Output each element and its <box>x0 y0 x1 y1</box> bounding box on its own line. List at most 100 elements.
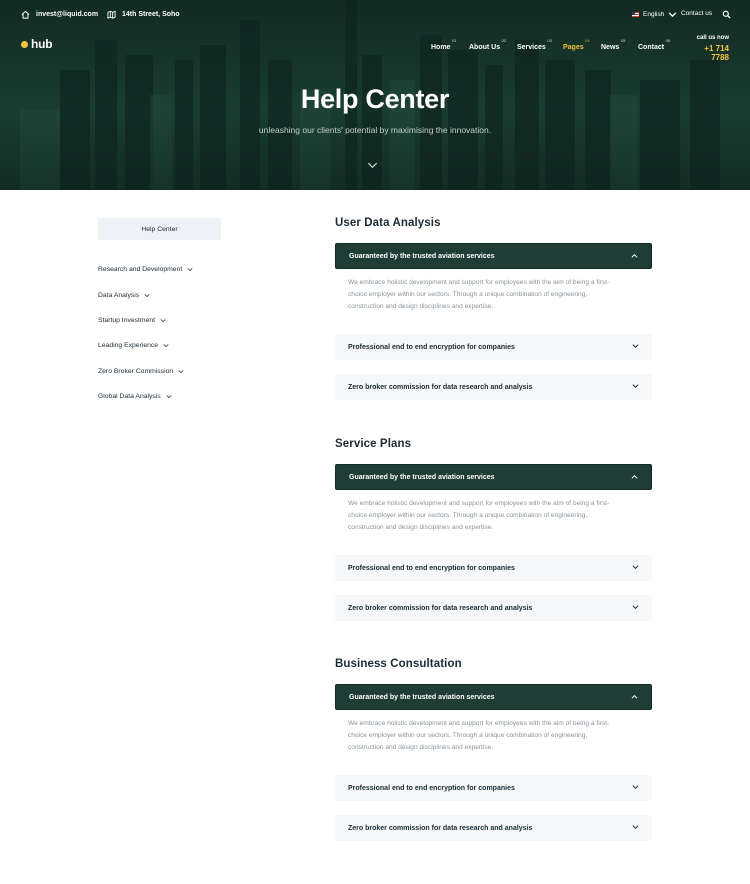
chevron-down-icon <box>632 344 639 349</box>
accordion-body-line: construction and design disciplines and … <box>348 524 494 531</box>
accordion-title: Professional end to end encryption for c… <box>348 343 515 351</box>
call-us-block[interactable]: call us now +1 714 7788 <box>686 35 729 62</box>
accordion-title: Zero broker commission for data research… <box>348 383 533 391</box>
accordion-item-collapsed[interactable]: Professional end to end encryption for c… <box>335 555 652 581</box>
accordion-body-line: construction and design disciplines and … <box>348 303 494 310</box>
nav-contact[interactable]: Contact 06 <box>638 38 670 51</box>
phone-number: +1 714 7788 <box>704 44 729 62</box>
chevron-down-icon <box>163 344 169 348</box>
chevron-down-icon <box>144 293 150 297</box>
chevron-down-icon <box>160 319 166 323</box>
nav-services-number: 03 <box>547 38 552 43</box>
language-label: English <box>643 11 665 18</box>
accordion-item-open[interactable]: Guaranteed by the trusted aviation servi… <box>335 684 652 710</box>
sidebar-item-label: Leading Experience <box>98 342 159 350</box>
nav-contact-number: 06 <box>665 38 671 43</box>
nav-contact-label: Contact <box>638 44 665 51</box>
map-icon <box>107 10 116 19</box>
chevron-down-icon <box>632 825 639 830</box>
sidebar-item-label: Startup Investment <box>98 316 156 324</box>
sidebar-item-zero-broker-commission[interactable]: Zero Broker Commission <box>98 359 193 384</box>
sidebar-item-leading-experience[interactable]: Leading Experience <box>98 333 193 358</box>
accordion-body-line: We embrace holistic development and supp… <box>348 500 610 507</box>
page-subtitle: unleashing our clients' potential by max… <box>258 125 492 135</box>
main-navigation: Home 01 About Us 02 Services 03 Pages 04 New… <box>0 38 750 56</box>
accordion-item-open[interactable]: Guaranteed by the trusted aviation servi… <box>335 464 652 490</box>
nav-home-label: Home <box>431 44 451 51</box>
chevron-down-icon <box>668 12 677 18</box>
accordion-body-line: construction and design disciplines and … <box>348 744 494 751</box>
scroll-down-icon[interactable] <box>367 161 378 170</box>
accordion-item-collapsed[interactable]: Professional end to end encryption for c… <box>335 334 652 360</box>
accordion-body: We embrace holistic development and supp… <box>348 718 638 754</box>
search-icon[interactable] <box>722 10 731 19</box>
page-title: Help Center <box>300 84 450 114</box>
sidebar-item-label: Global Data Analysis <box>98 393 161 401</box>
contact-us-link[interactable]: Contact us <box>681 10 712 17</box>
accordion-title: Zero broker commission for data research… <box>348 824 533 832</box>
chevron-down-icon <box>632 565 639 570</box>
nav-about-us-number: 02 <box>501 38 507 43</box>
chevron-down-icon <box>632 785 639 790</box>
language-selector[interactable]: English <box>632 10 677 19</box>
nav-home[interactable]: Home 01 <box>431 38 456 51</box>
accordion-title: Professional end to end encryption for c… <box>348 784 515 792</box>
section-title-service-plans: Service Plans <box>335 438 412 450</box>
address-text: 14th Street, Soho <box>122 11 180 18</box>
accordion-title: Guaranteed by the trusted aviation servi… <box>349 252 495 260</box>
nav-pages[interactable]: Pages 04 <box>563 38 590 51</box>
sidebar-item-startup-investment[interactable]: Startup Investment <box>98 308 193 333</box>
top-bar: invest@liquid.com 14th Street, Soho Engl… <box>0 10 750 26</box>
accordion-item-collapsed[interactable]: Zero broker commission for data research… <box>335 374 652 400</box>
accordion-item-collapsed[interactable]: Professional end to end encryption for c… <box>335 775 652 801</box>
nav-news-label: News <box>601 44 620 51</box>
nav-about-us[interactable]: About Us 02 <box>469 38 506 51</box>
accordion-item-open[interactable]: Guaranteed by the trusted aviation servi… <box>335 243 652 269</box>
chevron-up-icon <box>631 253 638 258</box>
nav-services[interactable]: Services 03 <box>517 38 552 51</box>
accordion-body-line: choice employer within our sectors. Thro… <box>348 512 588 519</box>
chevron-down-icon <box>166 395 172 399</box>
sidebar-item-global-data-analysis[interactable]: Global Data Analysis <box>98 384 193 409</box>
flag-icon <box>632 12 639 17</box>
sidebar-item-label: Zero Broker Commission <box>98 367 174 375</box>
call-us-label: call us now <box>696 35 729 41</box>
email-text: invest@liquid.com <box>36 11 99 18</box>
sidebar-header[interactable]: Help Center <box>98 218 221 240</box>
sidebar-menu: Research and Development Data Analysis S… <box>98 257 193 409</box>
accordion-body: We embrace holistic development and supp… <box>348 498 638 534</box>
nav-about-us-label: About Us <box>469 44 501 51</box>
nav-pages-number: 04 <box>585 38 590 43</box>
sidebar-item-label: Data Analysis <box>98 291 140 299</box>
chevron-up-icon <box>631 694 638 699</box>
accordion-item-collapsed[interactable]: Zero broker commission for data research… <box>335 595 652 621</box>
accordion-body-line: choice employer within our sectors. Thro… <box>348 732 588 739</box>
chevron-up-icon <box>631 474 638 479</box>
nav-home-number: 01 <box>452 38 457 43</box>
accordion-title: Guaranteed by the trusted aviation servi… <box>349 693 495 701</box>
section-title-business-consultation: Business Consultation <box>335 658 462 670</box>
chevron-down-icon <box>632 605 639 610</box>
accordion-title: Guaranteed by the trusted aviation servi… <box>349 473 495 481</box>
sidebar-item-research-and-development[interactable]: Research and Development <box>98 257 193 282</box>
email-link[interactable]: invest@liquid.com <box>21 10 98 19</box>
accordion-body-line: We embrace holistic development and supp… <box>348 720 610 727</box>
sidebar-item-data-analysis[interactable]: Data Analysis <box>98 282 193 307</box>
chevron-down-icon <box>632 384 639 389</box>
accordion-item-collapsed[interactable]: Zero broker commission for data research… <box>335 815 652 841</box>
accordion-body-line: We embrace holistic development and supp… <box>348 279 610 286</box>
accordion-body-line: choice employer within our sectors. Thro… <box>348 291 588 298</box>
sidebar-item-label: Research and Development <box>98 266 183 274</box>
chevron-down-icon <box>187 268 193 272</box>
hero-banner: invest@liquid.com 14th Street, Soho Engl… <box>0 0 750 190</box>
accordion-title: Zero broker commission for data research… <box>348 604 533 612</box>
accordion-title: Professional end to end encryption for c… <box>348 564 515 572</box>
address-link[interactable]: 14th Street, Soho <box>107 10 180 19</box>
accordion-body: We embrace holistic development and supp… <box>348 277 638 313</box>
nav-services-label: Services <box>517 44 546 51</box>
chevron-down-icon <box>178 369 184 373</box>
home-icon <box>21 10 30 19</box>
nav-news-number: 05 <box>620 38 626 43</box>
nav-news[interactable]: News 05 <box>601 38 625 51</box>
section-title-user-data-analysis: User Data Analysis <box>335 217 441 229</box>
